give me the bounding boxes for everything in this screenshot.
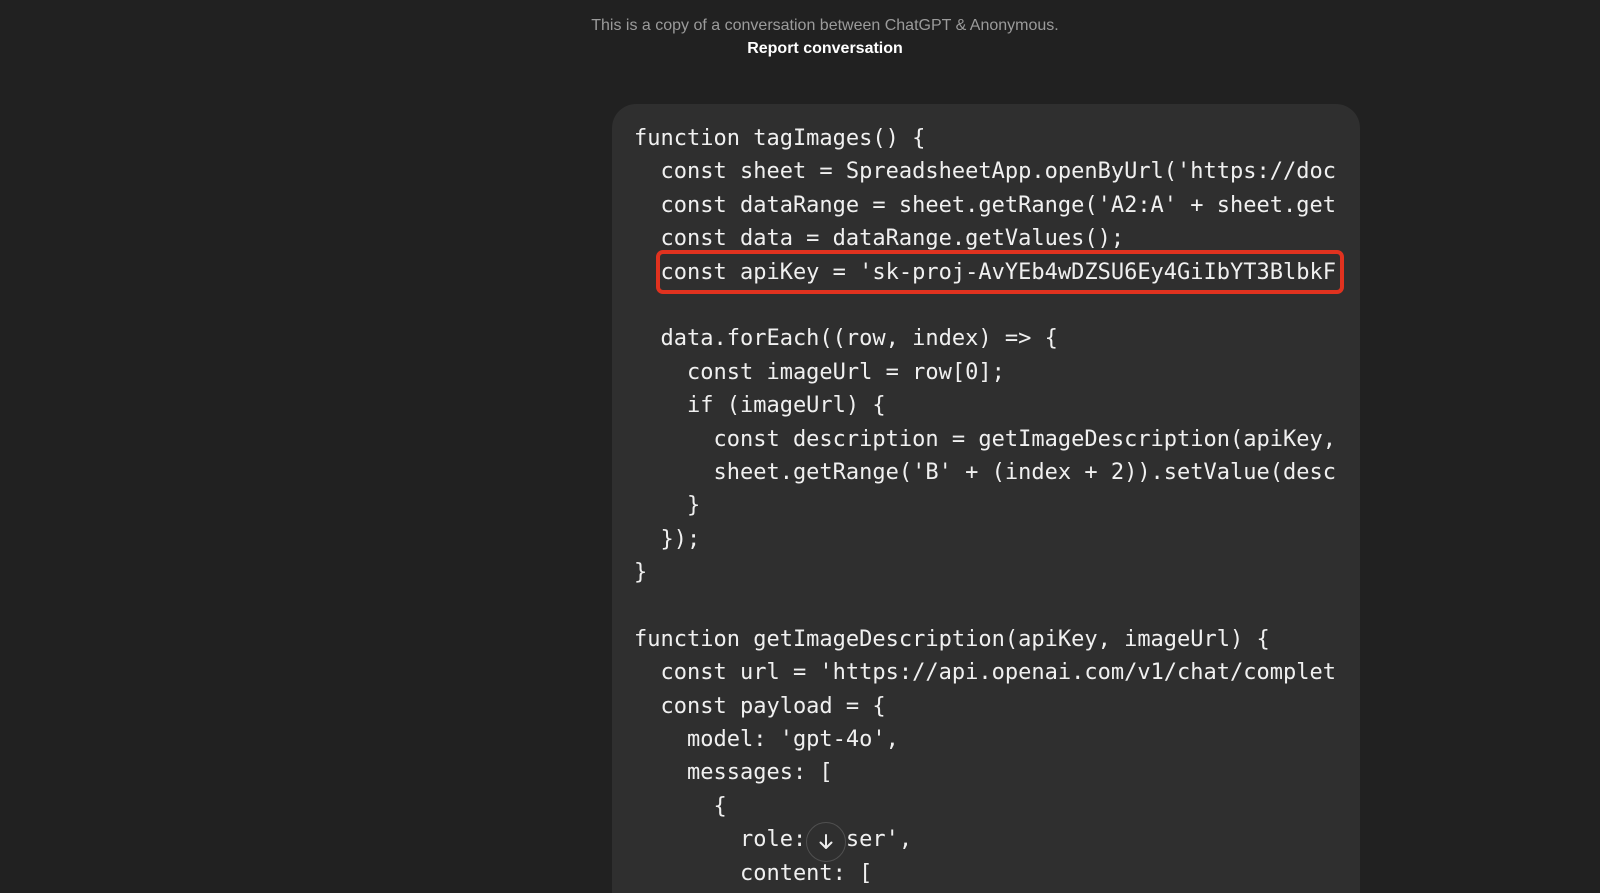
- code-line: const description = getImageDescription(…: [634, 426, 1336, 452]
- code-line: function tagImages() {: [634, 126, 926, 151]
- code-line: const url = 'https://api.openai.com/v1/c…: [634, 660, 1336, 686]
- code-line: const data = dataRange.getValues();: [634, 226, 1125, 252]
- code-line: if (imageUrl) {: [634, 393, 886, 419]
- code-line: }: [634, 493, 701, 519]
- report-conversation-link[interactable]: Report conversation: [747, 39, 903, 59]
- code-line: const dataRange = sheet.getRange('A2:A' …: [634, 192, 1336, 218]
- code-line: }: [634, 560, 648, 586]
- page-header: This is a copy of a conversation between…: [0, 16, 1600, 59]
- code-line: const sheet = SpreadsheetApp.openByUrl('…: [634, 159, 1336, 185]
- scroll-to-bottom-button[interactable]: [806, 822, 846, 862]
- code-line: model: 'gpt-4o',: [634, 727, 899, 753]
- arrow-down-icon: [819, 834, 833, 849]
- code-line: data.forEach((row, index) => {: [634, 326, 1058, 352]
- code-line: });: [634, 526, 701, 552]
- code-block: function tagImages() { const sheet = Spr…: [634, 122, 1338, 890]
- code-line-api-key: const apiKey = 'sk-proj-AvYEb4wDZSU6Ey4G…: [634, 259, 1336, 285]
- code-line: messages: [: [634, 760, 833, 786]
- code-line: const payload = {: [634, 693, 886, 719]
- code-line: {: [634, 793, 727, 819]
- code-line: const imageUrl = row[0];: [634, 359, 1005, 385]
- code-line: content: [: [634, 860, 873, 886]
- code-line: role: 'user',: [634, 827, 913, 853]
- user-message-bubble: function tagImages() { const sheet = Spr…: [612, 104, 1360, 893]
- code-line: sheet.getRange('B' + (index + 2)).setVal…: [634, 459, 1336, 485]
- code-line: function getImageDescription(apiKey, ima…: [634, 626, 1270, 652]
- shared-conversation-notice: This is a copy of a conversation between…: [591, 17, 1059, 34]
